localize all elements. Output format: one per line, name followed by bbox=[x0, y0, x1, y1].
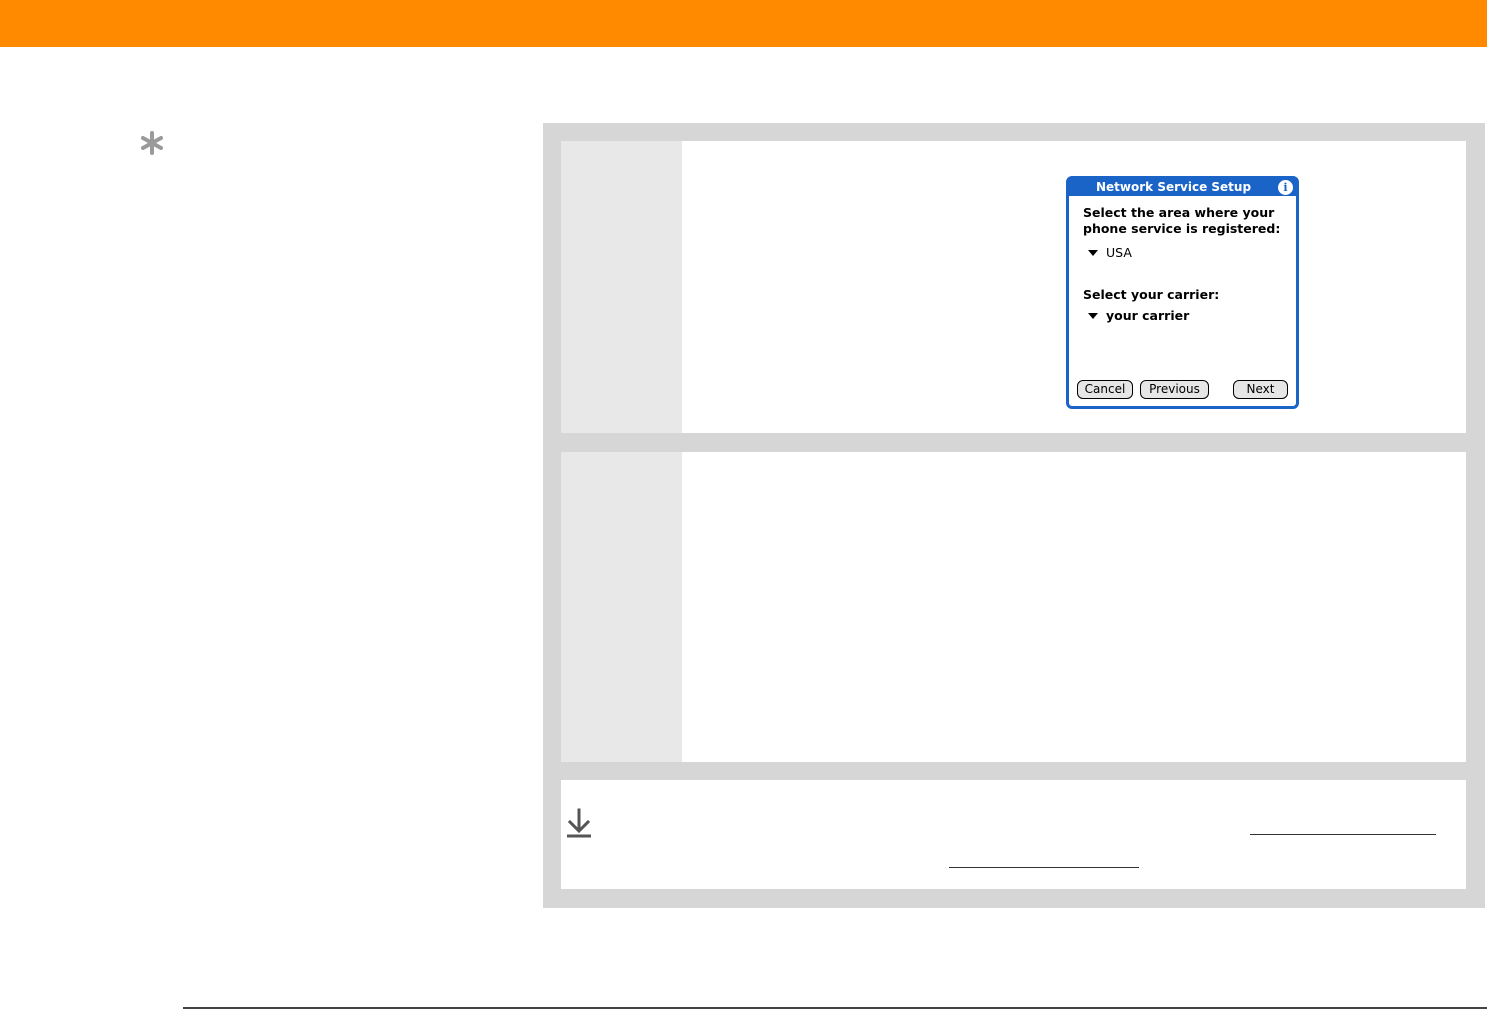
step-number-gutter bbox=[561, 452, 682, 762]
link-underline[interactable] bbox=[949, 867, 1139, 868]
carrier-prompt: Select your carrier: bbox=[1083, 287, 1220, 302]
asterisk-icon bbox=[141, 131, 163, 155]
link-underline[interactable] bbox=[1250, 834, 1436, 835]
step-number-gutter bbox=[561, 141, 682, 433]
footer-rule bbox=[183, 1007, 1487, 1009]
area-value: USA bbox=[1106, 245, 1132, 260]
download-arrow-icon bbox=[567, 808, 591, 838]
area-picker[interactable]: USA bbox=[1088, 245, 1132, 260]
steps-panel: Network Service Setup i Select the area … bbox=[543, 123, 1485, 908]
dropdown-triangle-icon bbox=[1088, 312, 1098, 319]
header-bar bbox=[0, 0, 1487, 47]
info-icon[interactable]: i bbox=[1278, 180, 1293, 195]
cancel-button[interactable]: Cancel bbox=[1077, 380, 1133, 399]
network-service-setup-dialog: Network Service Setup i Select the area … bbox=[1066, 176, 1299, 409]
next-button[interactable]: Next bbox=[1233, 380, 1288, 399]
done-row bbox=[561, 780, 1466, 889]
dropdown-triangle-icon bbox=[1088, 249, 1098, 256]
previous-button[interactable]: Previous bbox=[1140, 380, 1209, 399]
area-prompt: Select the area where your phone service… bbox=[1083, 205, 1281, 236]
step-row-2 bbox=[561, 452, 1466, 762]
dialog-title: Network Service Setup bbox=[1069, 179, 1296, 196]
carrier-value: your carrier bbox=[1106, 308, 1190, 323]
step-row-1: Network Service Setup i Select the area … bbox=[561, 141, 1466, 433]
carrier-picker[interactable]: your carrier bbox=[1088, 308, 1189, 323]
